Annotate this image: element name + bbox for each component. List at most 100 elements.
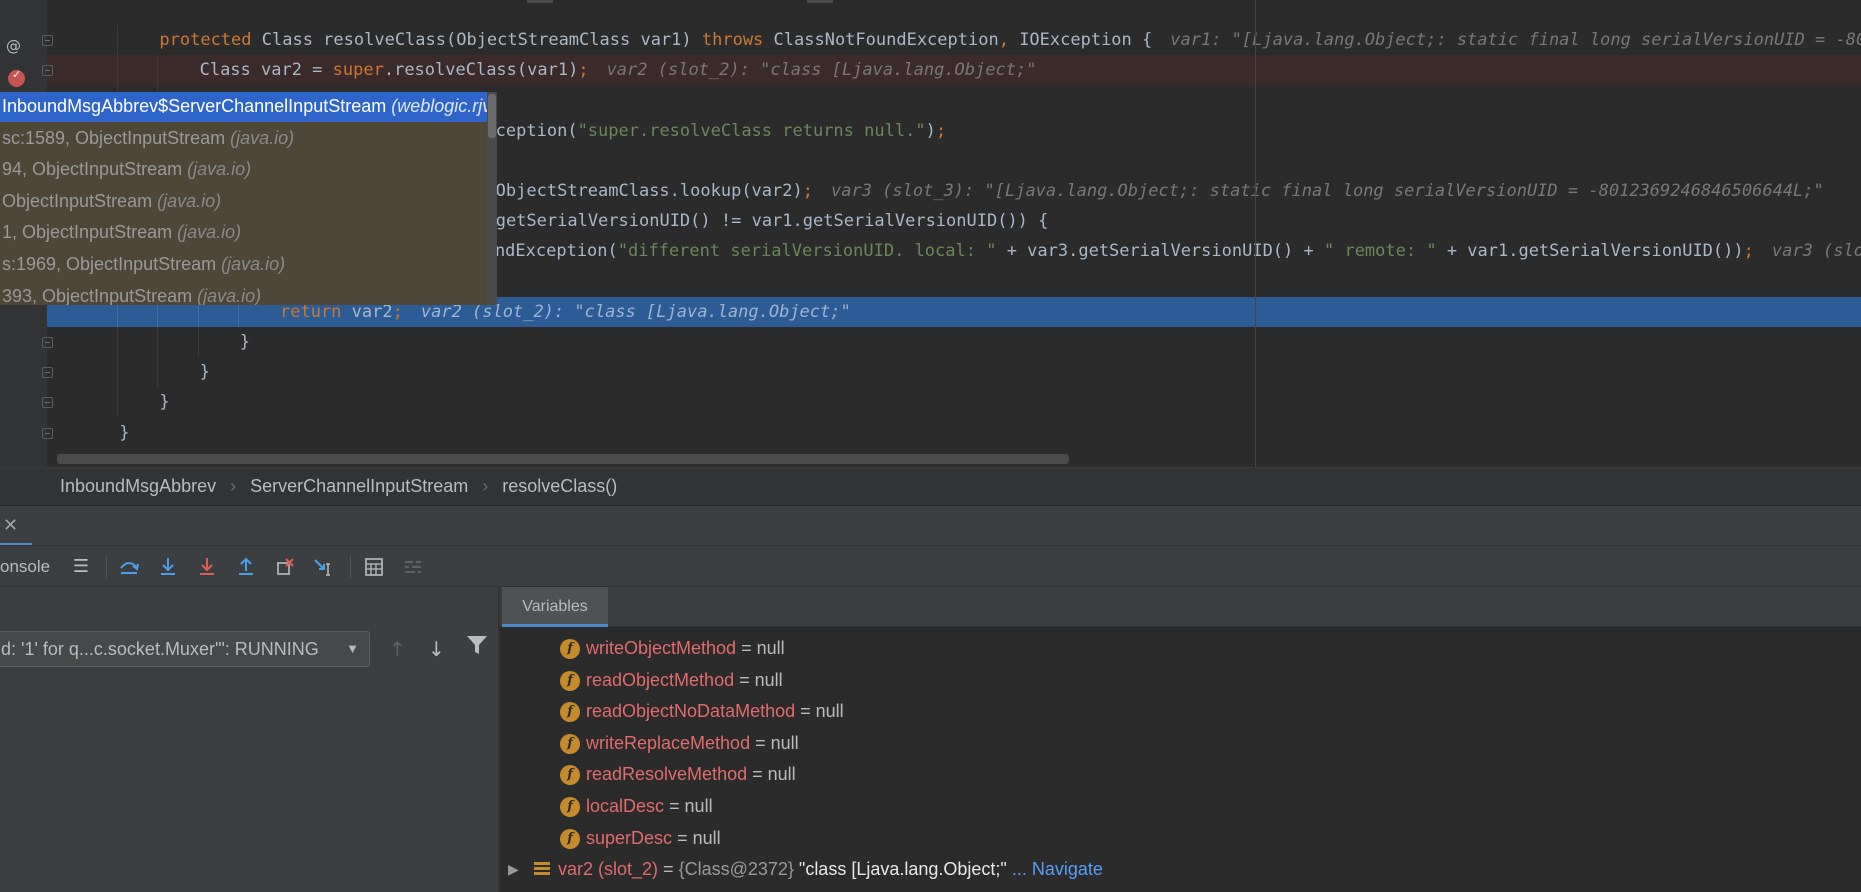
variable-value: null <box>770 732 799 753</box>
code-text: } <box>240 327 250 357</box>
code-token: ClassNotFoundException <box>773 30 999 50</box>
variable-name-text: writeObjectMethod <box>586 638 737 658</box>
inline-value-hint: var2 (slot_2): "class [Ljava.lang.Object… <box>606 60 1037 81</box>
breadcrumb-separator-icon: › <box>230 476 237 496</box>
code-token: ) <box>925 120 936 141</box>
variable-name-text: writeReplaceMethod <box>586 732 751 753</box>
variable-row[interactable]: f readObjectMethod = null <box>500 665 1861 696</box>
variable-name: readObjectNoDataMethod = null <box>586 696 844 727</box>
breadcrumb-item[interactable]: InboundMsgAbbrev <box>60 476 216 497</box>
drop-frame-icon[interactable] <box>272 554 298 580</box>
breadcrumb-separator-icon: › <box>482 476 489 496</box>
variable-equals: = <box>658 859 679 880</box>
frame-item[interactable]: 1, ObjectInputStream (java.io) <box>0 217 494 248</box>
frame-item[interactable]: InboundMsgAbbrev$ServerChannelInputStrea… <box>0 92 494 122</box>
field-icon: f <box>560 733 580 754</box>
step-over-icon[interactable] <box>116 554 142 580</box>
frame-method: InboundMsgAbbrev$ServerChannelInputStrea… <box>2 96 392 116</box>
variable-row[interactable]: f writeObjectMethod = null <box>500 633 1861 664</box>
close-icon[interactable]: ✕ <box>3 515 18 536</box>
override-at-icon[interactable]: @ <box>6 38 21 54</box>
navigate-link[interactable]: ... Navigate <box>1007 859 1103 879</box>
code-token: + var3.getSerialVersionUID() + <box>1006 241 1324 262</box>
variable-equals: = <box>795 701 816 722</box>
code-token: Class var2 = <box>199 60 333 81</box>
variable-row[interactable]: f localDesc = null <box>500 791 1861 822</box>
fold-toggle-icon[interactable] <box>42 337 53 348</box>
variable-row[interactable]: f writeReplaceMethod = null <box>500 728 1861 759</box>
breadcrumb-item[interactable]: ServerChannelInputStream <box>250 476 468 497</box>
frame-item[interactable]: 94, ObjectInputStream (java.io) <box>0 154 494 185</box>
variable-equals: = <box>747 764 768 785</box>
frames-panel: d: '1' for q...c.socket.Muxer'": RUNNING… <box>0 587 500 892</box>
fold-toggle-icon[interactable] <box>42 367 53 379</box>
variable-value: null <box>756 638 785 658</box>
variable-row[interactable]: f readObjectNoDataMethod = null <box>500 696 1861 727</box>
tab-variables[interactable]: Variables <box>502 587 608 627</box>
arrow-down-icon[interactable]: ↓ <box>428 637 445 661</box>
debug-tool-window-header: ✕ <box>0 505 1861 546</box>
code-text: throw new ClassNotFoundException("differ… <box>280 236 1861 266</box>
breadcrumb-item[interactable]: resolveClass() <box>502 476 617 497</box>
editor-horizontal-scrollbar[interactable] <box>57 454 1069 464</box>
code-token: && var3.getSerialVersionUID() != var1.ge… <box>413 211 1049 232</box>
force-step-into-icon[interactable] <box>194 554 220 580</box>
inline-value-hint: var1: "[Ljava.lang.Object;: static final… <box>1170 30 1861 50</box>
variable-row[interactable]: f superDesc = null <box>500 823 1861 854</box>
layout-menu-icon[interactable]: ☰ <box>68 554 94 580</box>
fold-toggle-icon[interactable] <box>42 35 53 46</box>
local-variable-icon <box>534 862 550 877</box>
frames-list[interactable]: InboundMsgAbbrev$ServerChannelInputStrea… <box>0 92 494 305</box>
variable-name: writeObjectMethod = null <box>586 633 785 664</box>
fold-toggle-icon[interactable] <box>42 427 53 439</box>
step-out-icon[interactable] <box>233 554 259 580</box>
indent-guide <box>157 357 159 388</box>
frame-item[interactable]: sc:1589, ObjectInputStream (java.io) <box>0 123 494 154</box>
run-to-cursor-icon[interactable] <box>311 554 337 580</box>
variable-row-var2[interactable]: ▶ var2 (slot_2) = {Class@2372} "class [Lj… <box>500 854 1861 885</box>
field-icon: f <box>560 670 580 691</box>
code-token: } <box>119 422 130 443</box>
frame-item[interactable]: ObjectInputStream (java.io) <box>0 186 494 217</box>
thread-selector[interactable]: d: '1' for q...c.socket.Muxer'": RUNNING… <box>0 631 370 667</box>
code-token: , <box>998 30 1020 50</box>
field-icon: f <box>560 797 580 817</box>
variable-value: null <box>767 764 796 785</box>
expand-arrow-icon[interactable]: ▶ <box>508 854 519 885</box>
variable-name-text: readObjectMethod <box>586 669 735 690</box>
variable-name-text: readObjectNoDataMethod <box>586 701 796 722</box>
code-line[interactable]: } <box>47 327 1861 357</box>
code-line[interactable]: Class var2 = super.resolveClass(var1); va… <box>47 55 1861 86</box>
arrow-up-icon[interactable]: ↑ <box>389 637 406 661</box>
trace-stream-icon[interactable] <box>400 554 426 580</box>
variable-entry: var2 (slot_2) = {Class@2372} "class [Lja… <box>558 854 1103 885</box>
code-token: ; <box>578 60 589 81</box>
step-into-icon[interactable] <box>155 554 181 580</box>
frames-scrollbar[interactable] <box>487 92 497 305</box>
code-text: protected Class resolveClass(ObjectStrea… <box>159 25 1861 55</box>
filter-icon[interactable] <box>466 635 488 660</box>
variable-row[interactable]: f readResolveMethod = null <box>500 759 1861 790</box>
fold-toggle-icon[interactable] <box>42 397 53 409</box>
code-line[interactable]: } <box>47 357 1861 388</box>
evaluate-expression-icon[interactable] <box>361 554 387 580</box>
variable-value: null <box>815 701 844 722</box>
frame-package: (java.io) <box>187 159 252 180</box>
breakpoint-icon[interactable] <box>8 68 25 87</box>
variable-name: readResolveMethod = null <box>586 759 796 790</box>
code-text: } <box>119 418 129 448</box>
code-line[interactable]: } <box>47 418 1861 448</box>
variable-name: readObjectMethod = null <box>586 665 783 696</box>
code-line[interactable]: protected Class resolveClass(ObjectStrea… <box>47 25 1861 55</box>
right-margin-guide <box>1255 0 1256 467</box>
frame-method: 94, ObjectInputStream <box>2 159 188 180</box>
frame-item[interactable]: 393, ObjectInputStream (java.io) <box>0 281 494 305</box>
frame-package: (java.io) <box>221 254 286 274</box>
code-line[interactable]: } <box>47 387 1861 418</box>
frame-item[interactable]: s:1969, ObjectInputStream (java.io) <box>0 249 494 280</box>
code-token: super <box>332 60 384 81</box>
fold-toggle-icon[interactable] <box>42 65 53 77</box>
variable-name: localDesc = null <box>586 791 713 822</box>
tab-console[interactable]: onsole <box>0 557 50 577</box>
variable-name-text: readResolveMethod <box>586 764 748 785</box>
